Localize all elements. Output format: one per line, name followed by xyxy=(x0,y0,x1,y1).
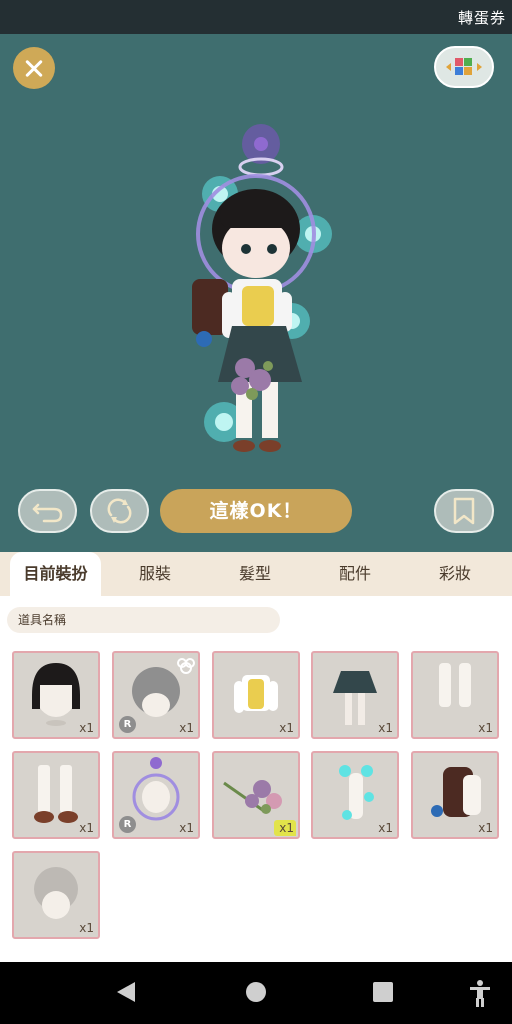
item-quantity: x1 xyxy=(478,821,493,835)
item-flower-bouquet[interactable]: x1 xyxy=(212,751,300,839)
item-quantity: x1 xyxy=(378,721,393,735)
item-quantity: x1 xyxy=(79,721,94,735)
refresh-icon xyxy=(107,498,132,524)
home-icon[interactable] xyxy=(246,982,266,1002)
view-toggle-button[interactable] xyxy=(434,46,494,88)
nav-icons xyxy=(117,980,490,1007)
item-white-knee-socks[interactable]: x1 xyxy=(411,651,499,739)
tab-clothing[interactable]: 服裝 xyxy=(115,552,195,596)
item-quantity: x1 xyxy=(79,821,94,835)
tab-hairstyle[interactable]: 髮型 xyxy=(215,552,295,596)
close-button[interactable] xyxy=(13,47,55,89)
item-socks-brown-shoes[interactable]: x1 xyxy=(12,751,100,839)
category-tabs: 目前裝扮 服裝 髮型 配件 彩妝 xyxy=(0,552,512,596)
item-quantity: x1 xyxy=(378,821,393,835)
item-quantity: x1 xyxy=(179,821,194,835)
item-quantity: x1 xyxy=(279,821,294,835)
item-quantity: x1 xyxy=(79,921,94,935)
item-gray-hair-bear-ears[interactable]: R x1 xyxy=(112,651,200,739)
rare-badge: R xyxy=(119,716,136,733)
item-navy-skirt[interactable]: x1 xyxy=(311,651,399,739)
tab-current-outfit[interactable]: 目前裝扮 xyxy=(10,552,101,596)
item-bubble-ring-halo[interactable]: R x1 xyxy=(112,751,200,839)
tab-makeup[interactable]: 彩妝 xyxy=(415,552,495,596)
refresh-button[interactable] xyxy=(90,489,149,533)
system-nav-bar xyxy=(0,962,512,1024)
item-school-uniform-top[interactable]: x1 xyxy=(212,651,300,739)
item-quantity: x1 xyxy=(179,721,194,735)
bookmark-icon xyxy=(453,497,475,525)
avatar-stage xyxy=(0,34,512,552)
accessibility-icon[interactable] xyxy=(470,980,490,1007)
item-blue-sparkle-effect[interactable]: x1 xyxy=(311,751,399,839)
palette-icon xyxy=(446,58,482,75)
item-quantity: x1 xyxy=(279,721,294,735)
tab-accessories[interactable]: 配件 xyxy=(315,552,395,596)
item-gray-bun-hair[interactable]: x1 xyxy=(12,851,100,939)
bookmark-button[interactable] xyxy=(434,489,494,533)
avatar-figure xyxy=(192,124,332,452)
item-school-backpack[interactable]: x1 xyxy=(411,751,499,839)
status-bar: 轉蛋券 xyxy=(0,0,512,34)
confirm-ok-button[interactable]: 這樣OK！ xyxy=(160,489,352,533)
gacha-ticket-label[interactable]: 轉蛋券 xyxy=(458,7,506,28)
item-quantity: x1 xyxy=(478,721,493,735)
item-black-bob-hair[interactable]: x1 xyxy=(12,651,100,739)
recents-icon[interactable] xyxy=(373,982,393,1002)
rare-badge: R xyxy=(119,816,136,833)
back-icon[interactable] xyxy=(117,982,135,1002)
undo-icon xyxy=(32,503,63,523)
item-name-sort[interactable]: 道具名稱 xyxy=(7,607,280,633)
undo-button[interactable] xyxy=(18,489,77,533)
